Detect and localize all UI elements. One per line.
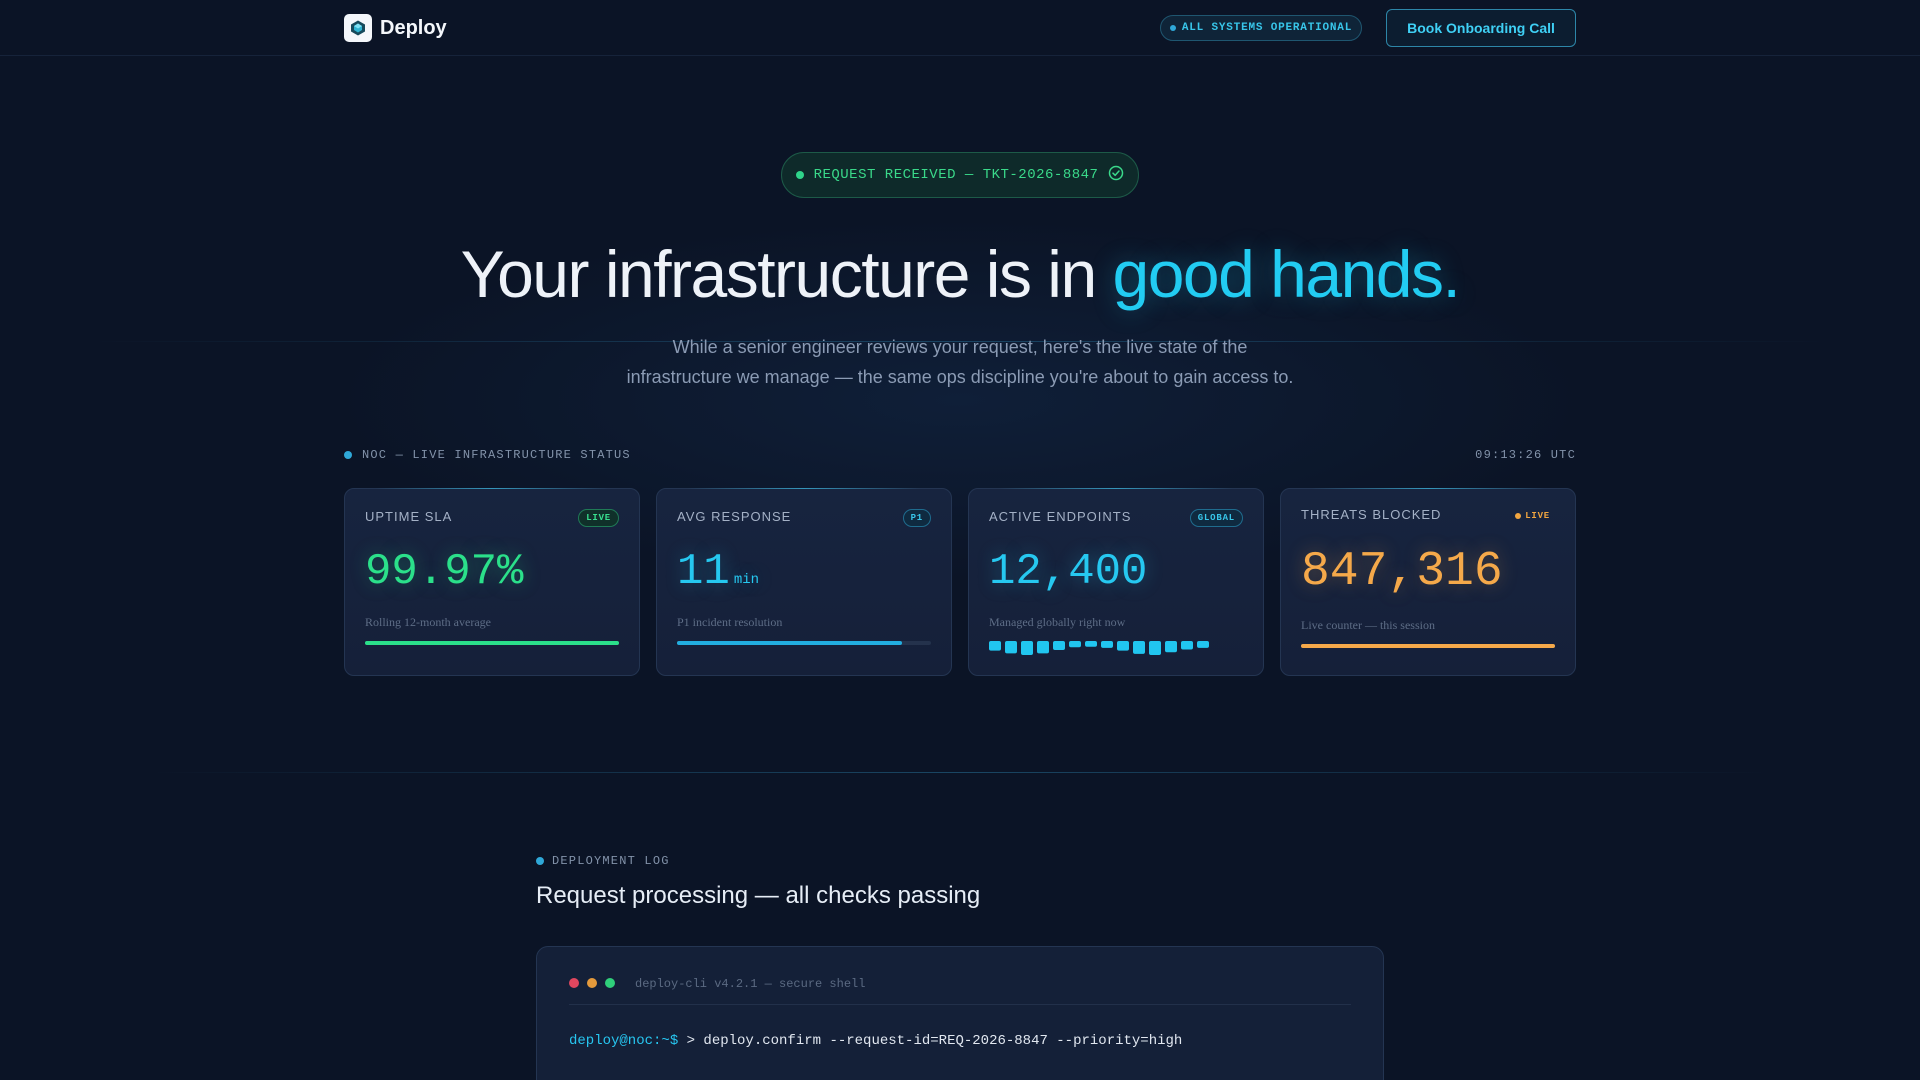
active-endpoints-card: ACTIVE ENDPOINTS GLOBAL 12,400 Managed g… [968,488,1264,676]
avg-response-number: 11 [677,547,730,597]
active-endpoints-value: 12,400 [989,547,1148,597]
top-nav: Deploy ALL SYSTEMS OPERATIONAL Book Onbo… [0,0,1920,56]
deployment-log-title: Request processing — all checks passing [536,882,981,909]
noc-header: NOC — LIVE INFRASTRUCTURE STATUS 09:13:2… [344,447,1576,463]
metric-cards: UPTIME SLA LIVE 99.97% Rolling 12-month … [344,488,1576,676]
threats-blocked-value: 847,316 [1301,545,1503,599]
card-label: AVG RESPONSE [677,509,792,524]
threats-progress-bar [1301,644,1555,648]
hero-subtitle-line-1: While a senior engineer reviews your req… [672,337,1248,357]
status-dot-icon [1169,25,1176,31]
hero-title-main: Your infrastructure is in [460,237,1113,311]
uptime-sla-card: UPTIME SLA LIVE 99.97% Rolling 12-month … [344,488,640,676]
system-status-badge: ALL SYSTEMS OPERATIONAL [1160,15,1362,41]
sparkline-block [1165,641,1177,653]
avg-response-card: AVG RESPONSE P1 11 min P1 incident resolu… [656,488,952,676]
p1-badge: P1 [902,509,931,527]
hero-title-accent: good hands. [1112,237,1461,311]
close-dot-icon[interactable] [569,978,579,988]
avg-response-value: 11 min [677,547,759,597]
sparkline-block [1021,641,1033,655]
sparkline-block [1101,641,1113,648]
terminal-titlebar: deploy-cli v4.2.1 — secure shell [569,977,1351,1005]
card-caption: Managed globally right now [989,615,1126,629]
terminal-prompt: deploy@noc:~$ [569,1033,679,1049]
card-caption: Rolling 12-month average [365,615,491,629]
noc-label: NOC — LIVE INFRASTRUCTURE STATUS [362,448,631,462]
sparkline-block [1149,641,1161,655]
sparkline-block [1197,641,1209,648]
noc-dot-icon [344,451,352,459]
endpoints-sparkline [989,641,1209,655]
hero-title: Your infrastructure is in good hands. [0,236,1920,312]
sparkline-block [1181,641,1193,650]
sparkline-block [1133,641,1145,654]
avg-response-unit: min [733,572,760,588]
terminal-window: deploy-cli v4.2.1 — secure shell deploy@… [536,946,1384,1080]
terminal-command: > deploy.confirm --request-id=REQ-2026-8… [678,1033,1183,1049]
card-caption: Live counter — this session [1301,618,1435,632]
hero-subtitle-line-2: infrastructure we manage — the same ops … [626,367,1294,387]
terminal-title: deploy-cli v4.2.1 — secure shell [635,977,866,991]
sparkline-block [1085,641,1097,647]
sparkline-block [1005,641,1017,654]
minimize-dot-icon[interactable] [587,978,597,988]
sparkline-block [1053,641,1065,651]
uptime-value: 99.97% [365,547,524,597]
section-divider [150,772,1770,773]
deployment-log-eyebrow: DEPLOYMENT LOG [536,854,670,868]
ticket-dot-icon [795,171,804,179]
sparkline-block [1037,641,1049,654]
sparkline-block [1069,641,1081,648]
terminal-command-line: deploy@noc:~$ > deploy.confirm --request… [569,1033,1182,1049]
threats-blocked-card: THREATS BLOCKED LIVE 847,316 Live counte… [1280,488,1576,676]
global-badge: GLOBAL [1189,509,1243,527]
hero-subtitle: While a senior engineer reviews your req… [560,332,1360,392]
log-dot-icon [536,857,544,865]
sparkline-block [989,641,1001,651]
uptime-progress-fill [365,641,619,645]
deploy-cube-icon [344,14,372,42]
check-circle-icon [1108,165,1124,186]
card-caption: P1 incident resolution [677,615,783,629]
book-onboarding-call-button[interactable]: Book Onboarding Call [1386,9,1576,47]
sparkline-block [1117,641,1129,651]
uptime-progress-bar [365,641,619,645]
live-dot-icon [1515,513,1522,519]
noc-clock: 09:13:26 UTC [1475,448,1576,462]
brand-name: Deploy [380,16,447,39]
system-status-text: ALL SYSTEMS OPERATIONAL [1181,22,1353,34]
response-progress-bar [677,641,931,645]
live-badge-text: LIVE [1525,511,1550,521]
brand[interactable]: Deploy [344,14,447,42]
threats-progress-fill [1301,644,1555,648]
request-received-badge: REQUEST RECEIVED — TKT-2026-8847 [781,152,1139,198]
response-progress-fill [677,641,902,645]
deployment-log-label: DEPLOYMENT LOG [552,854,670,868]
ticket-text: REQUEST RECEIVED — TKT-2026-8847 [813,167,1099,183]
maximize-dot-icon[interactable] [605,978,615,988]
live-badge: LIVE [1508,507,1557,525]
live-badge: LIVE [578,509,619,527]
